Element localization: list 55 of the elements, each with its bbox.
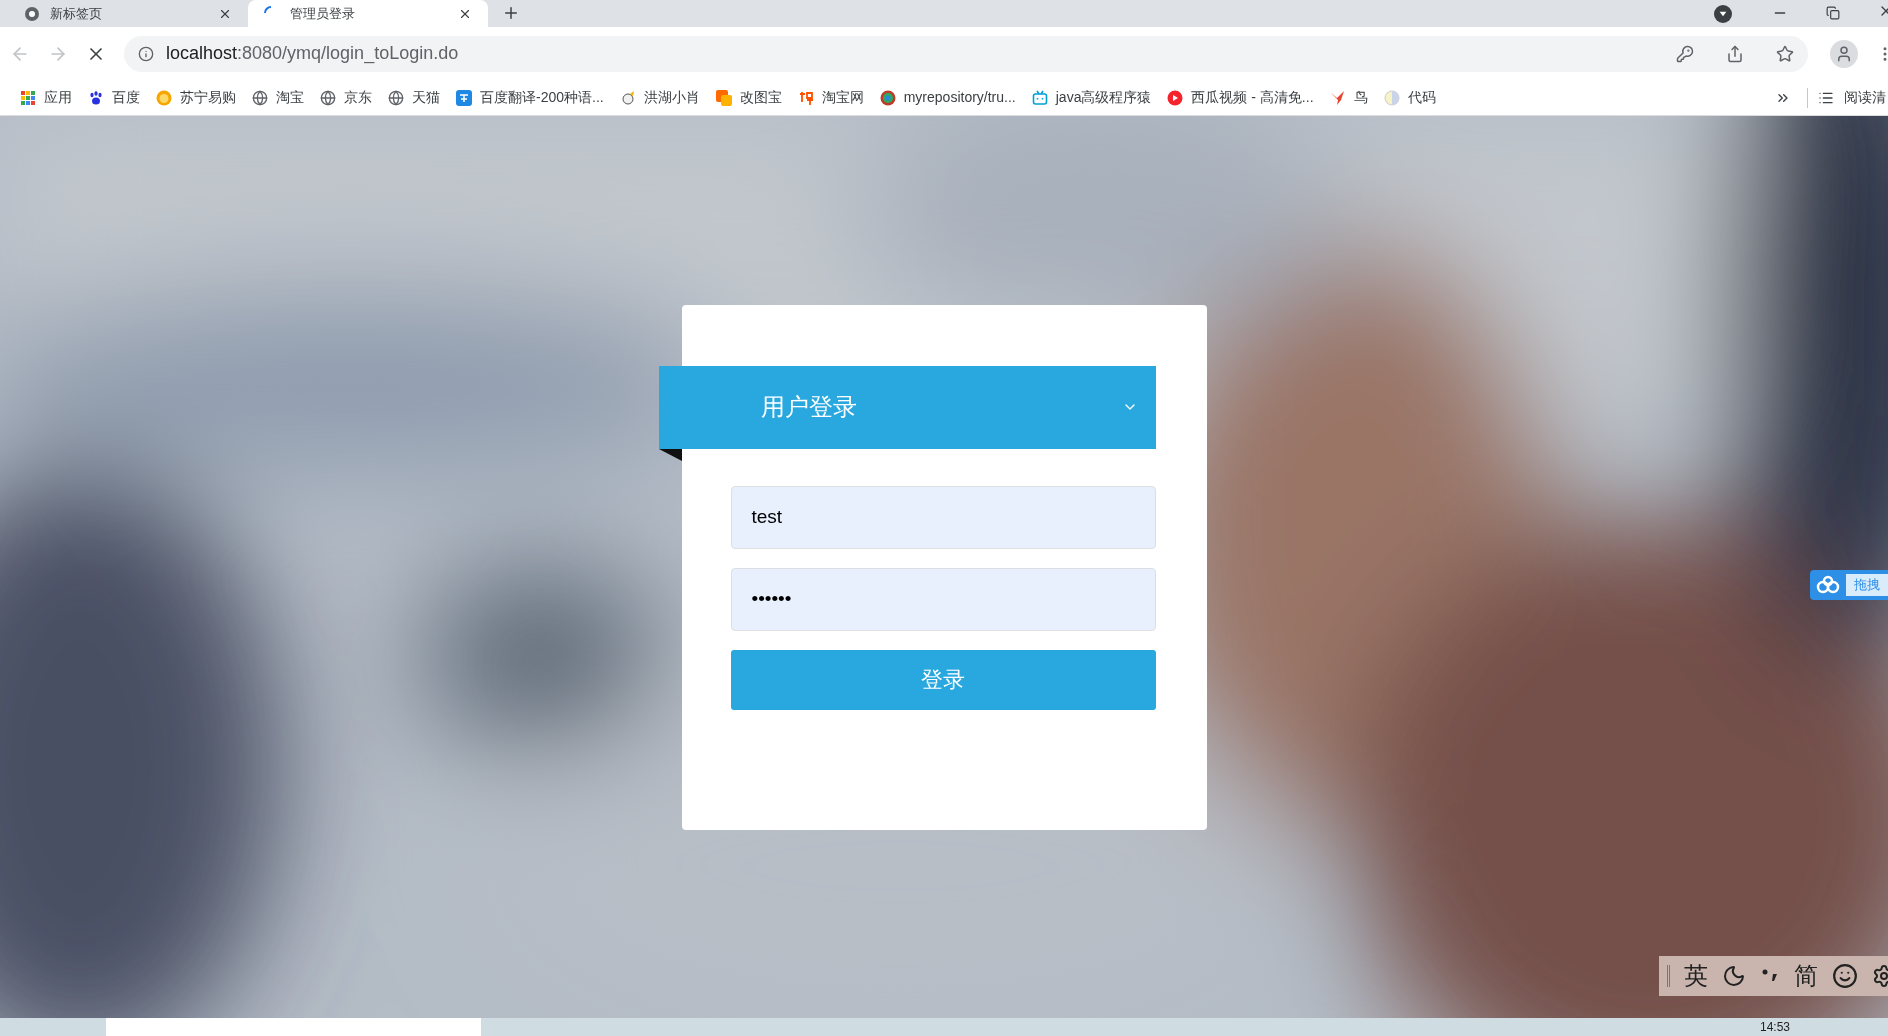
password-field[interactable]: •••••• — [730, 567, 1156, 631]
url-text: localhost:8080/ymq/login_toLogin.do — [166, 42, 460, 66]
drag-label: 拖拽 — [1846, 574, 1888, 596]
reading-list-button[interactable]: 阅读清 — [1818, 87, 1886, 108]
tab-title: 新标签页 — [50, 4, 103, 23]
bookmark-item[interactable]: 百度 — [80, 83, 148, 112]
script-mode[interactable]: 简 — [1794, 958, 1818, 994]
play-icon — [1167, 89, 1184, 106]
clock-time: 14:53 — [1759, 1019, 1790, 1036]
paw-icon — [88, 89, 104, 106]
ring-logo-icon — [879, 89, 896, 106]
address-field[interactable]: localhost:8080/ymq/login_toLogin.do — [124, 35, 1808, 72]
moon-icon[interactable] — [1722, 964, 1746, 988]
tao-logo-icon — [797, 89, 814, 106]
login-title: 用户登录 — [760, 392, 858, 422]
bookmark-item[interactable]: 淘宝网 — [789, 83, 872, 112]
tv-icon — [1031, 89, 1048, 106]
bookmark-item[interactable]: 苏宁易购 — [148, 83, 244, 112]
translate-icon — [456, 89, 472, 106]
person-icon — [1835, 44, 1853, 63]
globe-icon — [320, 89, 336, 106]
bookmark-item[interactable]: 改图宝 — [707, 83, 790, 112]
bird-icon — [619, 89, 636, 106]
restore-icon[interactable] — [1826, 6, 1840, 20]
cloud-icon — [1816, 575, 1840, 595]
share-icon[interactable] — [1726, 44, 1744, 63]
bookmark-item[interactable]: 天猫 — [380, 83, 448, 112]
info-icon — [138, 45, 154, 62]
bookmark-item[interactable]: myrepository/tru... — [871, 83, 1024, 112]
bookmark-star-icon[interactable] — [1776, 44, 1794, 63]
key-icon[interactable] — [1676, 44, 1694, 63]
tab-title: 管理员登录 — [290, 4, 356, 23]
bookmark-item[interactable]: 代码 — [1375, 83, 1444, 112]
globe-icon — [388, 89, 404, 106]
taskbar-search-field[interactable] — [106, 1018, 481, 1036]
bookmark-item[interactable]: 西瓜视频 - 高清免... — [1159, 83, 1322, 112]
browser-tab[interactable]: 管理员登录 — [248, 0, 488, 27]
tab-search-icon[interactable] — [1714, 5, 1732, 23]
bookmark-item[interactable]: 京东 — [312, 83, 380, 112]
bookmark-item[interactable]: 洪湖小肖 — [611, 83, 708, 112]
apps-grid-icon — [20, 89, 36, 106]
globe-icon — [252, 89, 268, 106]
bookmark-item[interactable]: 应用 — [12, 83, 80, 112]
ribbon-fold-icon — [658, 448, 682, 461]
bookmark-item[interactable]: 淘宝 — [244, 83, 312, 112]
bookmark-item[interactable]: 百度翻译-200种语... — [448, 83, 612, 112]
bookmark-item[interactable]: 鸟 — [1321, 83, 1376, 112]
profile-avatar[interactable] — [1830, 39, 1858, 68]
stacked-squares-icon — [715, 89, 732, 106]
username-field[interactable]: test — [730, 485, 1156, 549]
new-tab-icon[interactable] — [502, 4, 520, 22]
emoji-icon[interactable] — [1832, 963, 1858, 989]
half-circle-icon — [1383, 89, 1400, 106]
input-mode[interactable]: 英 — [1684, 958, 1708, 994]
bookmark-item[interactable]: java高级程序猿 — [1023, 83, 1160, 112]
